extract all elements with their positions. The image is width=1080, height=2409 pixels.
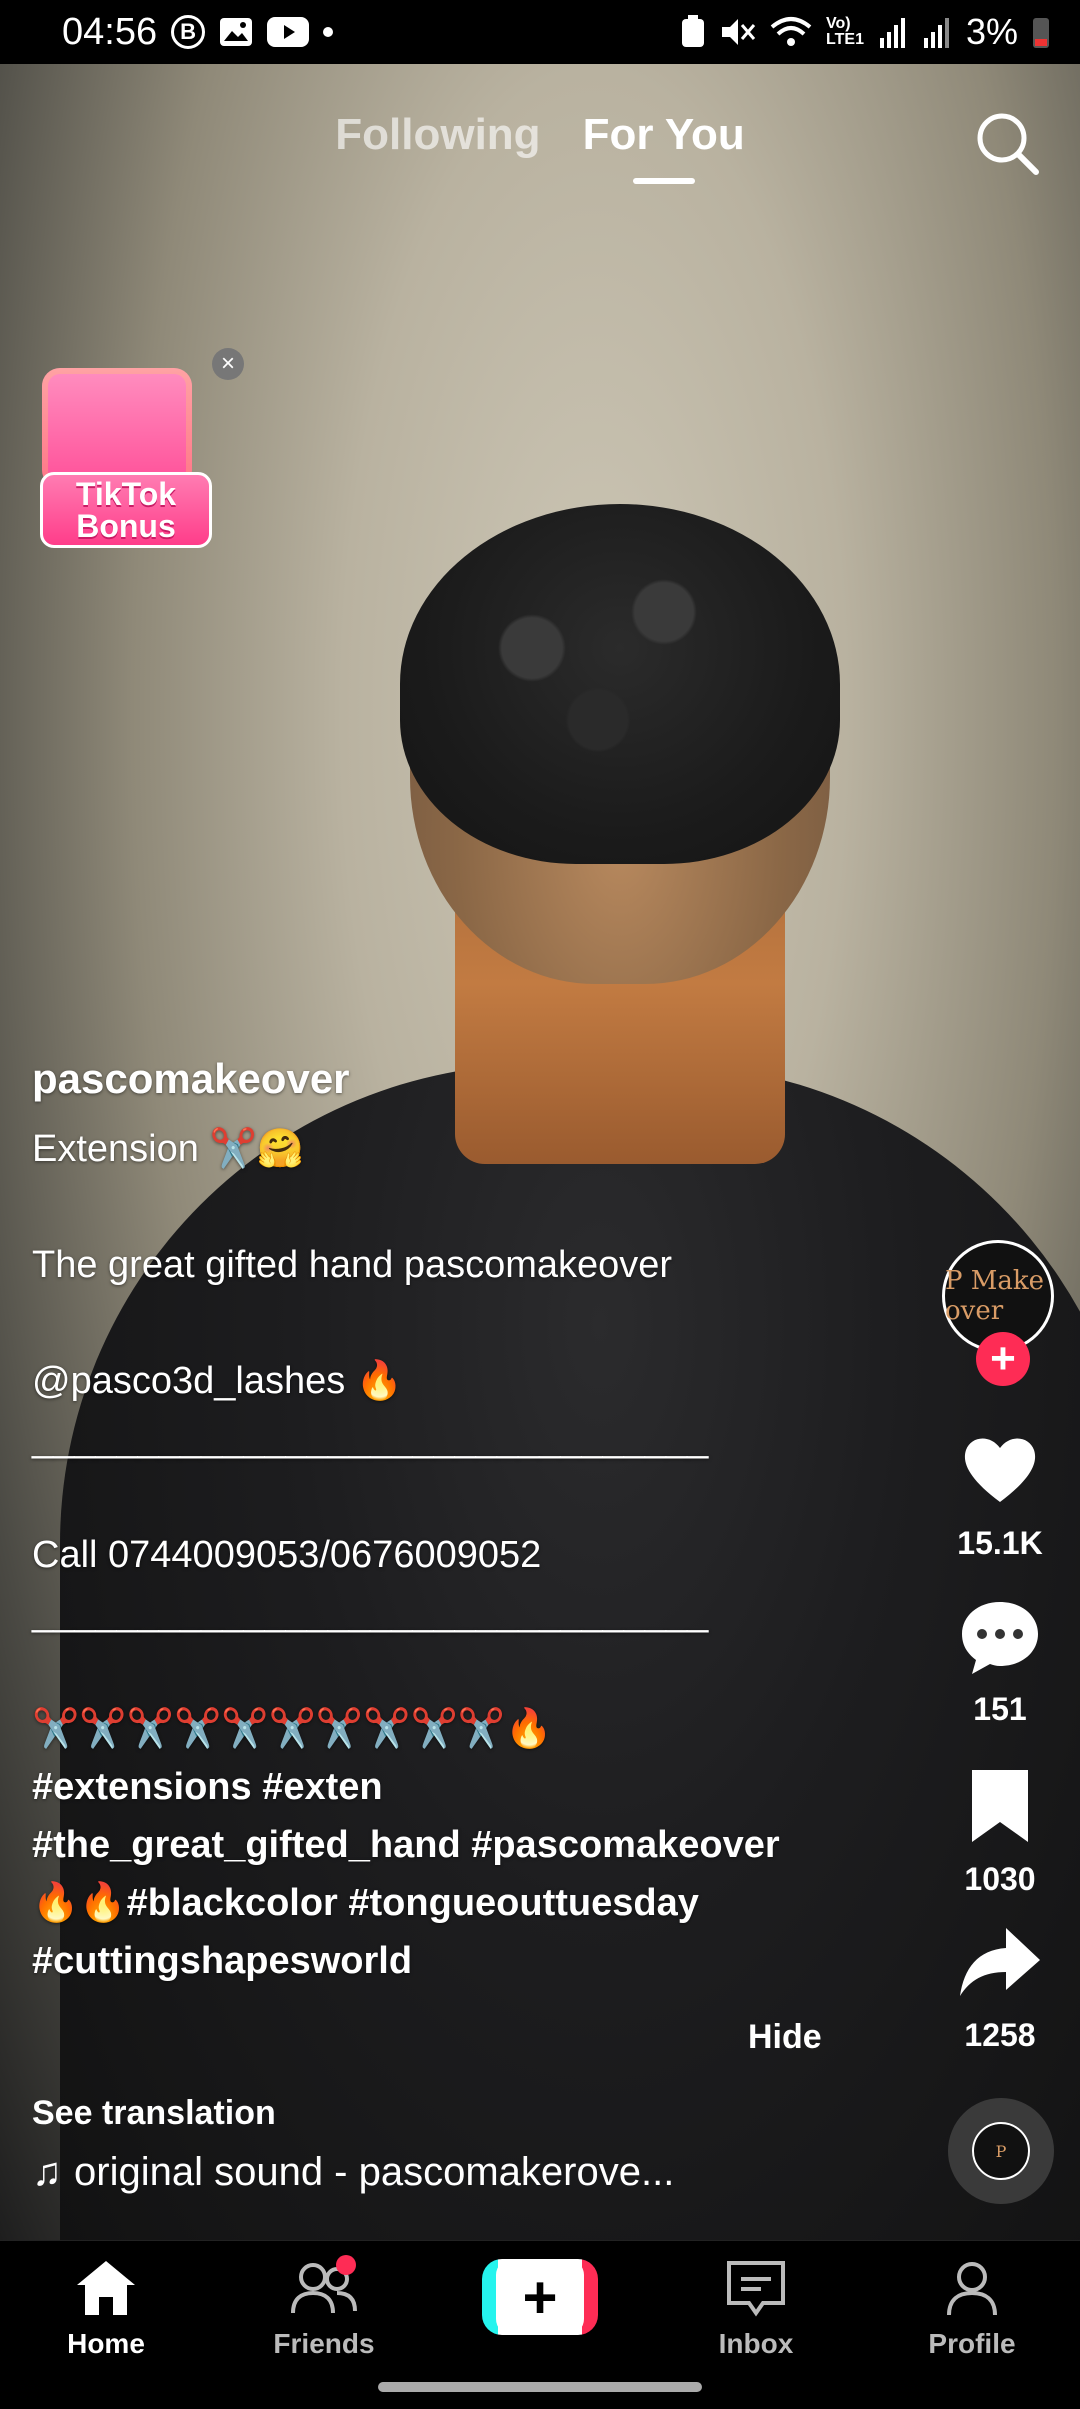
follow-plus-button[interactable]: + (976, 1332, 1030, 1386)
notification-dot-icon (323, 27, 334, 37)
create-button[interactable]: + (482, 2259, 598, 2335)
post-username[interactable]: pascomakeover (32, 1050, 832, 1108)
bonus-line1: TikTok (75, 476, 177, 512)
caption-line: The great gifted hand pascomakeover (32, 1244, 673, 1286)
gallery-icon (219, 17, 253, 47)
caption-line: ________________________________ (32, 1418, 709, 1460)
creator-avatar[interactable]: P Make over + (942, 1240, 1058, 1386)
inbox-icon (727, 2261, 785, 2317)
caption-line (32, 1468, 832, 1526)
comments-count: 151 (973, 1691, 1027, 1727)
nav-friends[interactable]: Friends (244, 2255, 404, 2360)
tab-for-you[interactable]: For You (583, 110, 745, 160)
home-icon (77, 2261, 135, 2315)
nav-friends-label: Friends (273, 2328, 375, 2359)
caption-line (32, 1642, 832, 1700)
caption-text: Extension ✂️🤗 The great gifted hand pasc… (32, 1120, 832, 1758)
gift-box-icon (42, 368, 192, 488)
caption-line (32, 1294, 832, 1352)
b-badge-icon: B (171, 15, 206, 49)
caption-line: ________________________________ (32, 1592, 709, 1634)
status-bar: 04:56 B Vo) LTE1 3% (0, 0, 1080, 64)
status-time: 04:56 (62, 10, 158, 53)
nav-home[interactable]: Home (26, 2259, 186, 2360)
sound-title: original sound - pascomakerove... (74, 2150, 675, 2194)
share-icon (960, 1928, 1040, 1996)
hashtags: #extensions #exten #the_great_gifted_hand… (32, 1758, 832, 1990)
mute-icon (720, 15, 756, 49)
comment-icon (962, 1602, 1038, 1674)
music-note-icon: ♫ (32, 2150, 62, 2194)
hashtag-line[interactable]: #cuttingshapesworld (32, 1932, 832, 1990)
battery-percent: 3% (965, 11, 1018, 52)
heart-icon (964, 1438, 1036, 1502)
nav-home-label: Home (67, 2328, 145, 2359)
bonus-label: TikTok Bonus (40, 472, 212, 548)
search-button[interactable] (974, 110, 1040, 176)
tab-following[interactable]: Following (335, 110, 540, 160)
status-right: Vo) LTE1 3% (680, 11, 1050, 53)
disc-avatar-icon: P (972, 2122, 1030, 2180)
like-button[interactable]: 15.1K (920, 1428, 1080, 1562)
signal-1-icon (878, 16, 908, 48)
hashtag-line[interactable]: #the_great_gifted_hand #pascomakeover (32, 1816, 832, 1874)
caption-line: ✂️✂️✂️✂️✂️✂️✂️✂️✂️✂️🔥 (32, 1708, 553, 1750)
post-caption: pascomakeover Extension ✂️🤗 The great gi… (32, 1050, 832, 1990)
shares-count: 1258 (964, 2017, 1036, 2053)
nav-profile[interactable]: Profile (892, 2259, 1052, 2360)
youtube-icon (267, 17, 310, 47)
sound-link[interactable]: ♫ original sound - pascomakerove... (32, 2150, 674, 2195)
feed-tabs: Following For You (0, 110, 1080, 160)
tiktok-bonus-widget[interactable]: TikTok Bonus × (22, 348, 244, 548)
save-button[interactable]: 1030 (920, 1764, 1080, 1898)
bookmark-icon (972, 1770, 1028, 1842)
battery-icon (1032, 15, 1050, 49)
wifi-icon (770, 15, 812, 49)
data-saver-icon (680, 15, 706, 49)
plus-icon: + (496, 2259, 584, 2335)
bonus-close-icon[interactable]: × (212, 348, 244, 380)
bonus-line2: Bonus (76, 508, 176, 544)
status-left: 04:56 B (62, 10, 334, 54)
profile-icon (947, 2262, 997, 2316)
search-icon (977, 113, 1039, 175)
caption-line (32, 1178, 832, 1236)
hide-caption-link[interactable]: Hide (748, 2018, 822, 2057)
nav-inbox-label: Inbox (718, 2328, 794, 2359)
see-translation-link[interactable]: See translation (32, 2094, 276, 2133)
caption-line: @pasco3d_lashes 🔥 (32, 1360, 404, 1402)
hashtag-line[interactable]: #extensions #exten (32, 1758, 832, 1816)
friends-notification-dot (336, 2255, 356, 2275)
nav-inbox[interactable]: Inbox (676, 2259, 836, 2360)
video-hair (400, 504, 840, 864)
hashtag-line[interactable]: 🔥🔥#blackcolor #tongueouttuesday (32, 1874, 832, 1932)
caption-line: Extension ✂️🤗 (32, 1128, 305, 1170)
nav-profile-label: Profile (928, 2328, 1016, 2359)
music-disc[interactable]: P (948, 2098, 1054, 2204)
caption-line: Call 0744009053/0676009052 (32, 1534, 542, 1576)
home-indicator[interactable] (378, 2382, 702, 2392)
share-button[interactable]: 1258 (920, 1920, 1080, 2054)
saves-count: 1030 (964, 1861, 1036, 1897)
signal-2-icon (922, 16, 952, 48)
likes-count: 15.1K (957, 1525, 1043, 1561)
lte-icon: Vo) LTE1 (826, 15, 864, 48)
comment-button[interactable]: 151 (920, 1594, 1080, 1728)
